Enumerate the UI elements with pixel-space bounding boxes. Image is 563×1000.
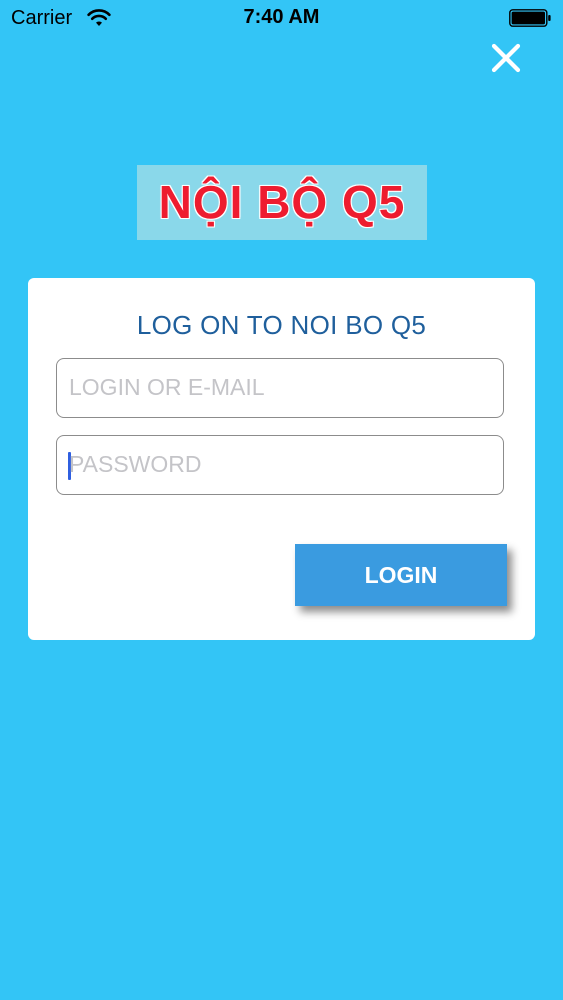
password-field[interactable] [56, 435, 504, 495]
login-title: LOG ON TO NOI BO Q5 [136, 310, 427, 340]
app-logo: NỘI BỘ Q5 [137, 165, 427, 240]
login-input[interactable] [69, 359, 489, 416]
logo-text: NỘI BỘ Q5 [158, 176, 406, 228]
battery-icon [509, 9, 551, 27]
login-button[interactable]: LOGIN [295, 544, 507, 606]
close-icon[interactable] [486, 38, 526, 78]
password-input[interactable] [69, 436, 489, 493]
login-field[interactable] [56, 358, 504, 418]
login-card: LOG ON TO NOI BO Q5 LOGIN [28, 278, 535, 640]
status-time: 7:40 AM [243, 6, 320, 28]
status-bar: Carrier 7:40 AM [0, 0, 563, 38]
